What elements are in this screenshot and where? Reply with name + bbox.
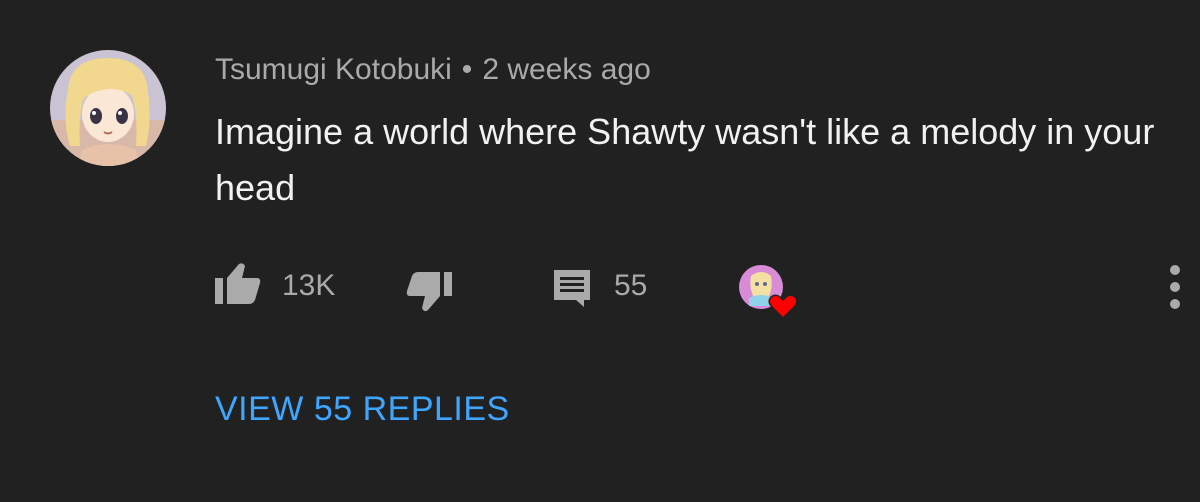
- creator-heart-icon: [739, 265, 798, 320]
- comment-actions: 13K 55: [0, 258, 1200, 320]
- author-name[interactable]: Tsumugi Kotobuki: [215, 53, 452, 86]
- comment-card: Tsumugi Kotobuki • 2 weeks ago Imagine a w…: [0, 0, 1200, 502]
- thumbs-up-icon[interactable]: [214, 262, 262, 306]
- anime-girl-avatar-icon: [50, 50, 166, 166]
- meta-separator: •: [461, 53, 473, 86]
- reply-count: 55: [614, 269, 648, 302]
- more-vertical-icon[interactable]: [1168, 264, 1182, 310]
- comment-header: Tsumugi Kotobuki • 2 weeks ago: [215, 52, 651, 88]
- comment-icon[interactable]: [552, 268, 592, 308]
- comment-timestamp[interactable]: 2 weeks ago: [482, 53, 650, 86]
- author-avatar[interactable]: [50, 50, 166, 166]
- like-count: 13K: [282, 269, 336, 302]
- view-replies-button[interactable]: VIEW 55 REPLIES: [215, 388, 510, 430]
- comment-text: Imagine a world where Shawty wasn't like…: [215, 111, 1155, 208]
- thumbs-down-icon[interactable]: [405, 270, 453, 314]
